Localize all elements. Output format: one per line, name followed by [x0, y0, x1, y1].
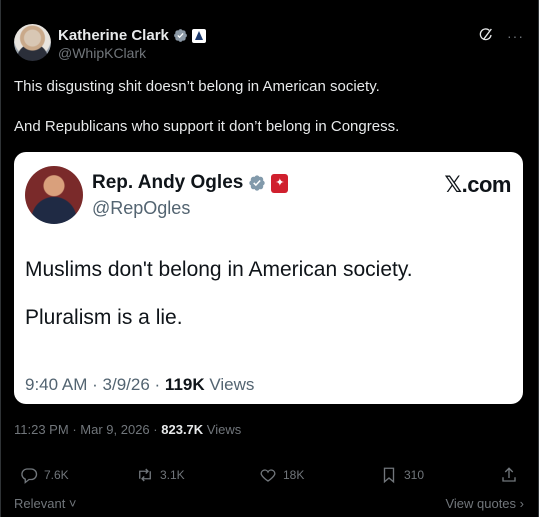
separator-dot: ·	[72, 422, 77, 437]
separator-dot: ·	[92, 375, 98, 394]
verified-icon	[173, 29, 187, 42]
embedded-author-name-row: Rep. Andy Ogles ✦	[92, 172, 289, 194]
author-display-name[interactable]: Katherine Clark	[58, 27, 169, 44]
author-handle[interactable]: @WhipKClark	[58, 45, 146, 61]
embedded-author-display-name: Rep. Andy Ogles	[92, 172, 244, 193]
embedded-author-avatar	[25, 166, 83, 224]
repost-icon	[139, 468, 151, 482]
grok-icon[interactable]	[478, 27, 494, 43]
author-name-row: Katherine Clark	[58, 27, 206, 44]
reply-icon	[21, 468, 38, 484]
embedded-author-handle: @RepOgles	[92, 198, 191, 218]
like-icon	[260, 469, 276, 482]
bookmark-count: 310	[404, 468, 425, 482]
tweet-paragraph-1: This disgusting shit doesn’t belong in A…	[14, 78, 380, 95]
like-button[interactable]: 18K	[259, 466, 304, 484]
repost-button[interactable]: 3.1K	[136, 466, 185, 484]
post-date[interactable]: Mar 9, 2026	[80, 422, 149, 437]
chevron-down-icon: ˅	[65, 496, 77, 511]
post-container: Katherine Clark @WhipKClark ··· This dis…	[0, 0, 539, 517]
bookmark-button[interactable]: 310	[380, 466, 424, 484]
bookmark-icon	[383, 467, 395, 484]
view-quotes-label: View quotes	[445, 496, 517, 511]
reply-button[interactable]: 7.6K	[20, 466, 69, 484]
more-icon[interactable]: ···	[507, 28, 524, 44]
post-header: Katherine Clark @WhipKClark ···	[14, 24, 524, 64]
like-count: 18K	[283, 468, 305, 482]
repost-count: 3.1K	[160, 468, 185, 482]
share-icon	[502, 467, 516, 482]
action-bar: 7.6K 3.1K 18K 310	[14, 466, 524, 488]
chevron-right-icon: ›	[516, 496, 524, 511]
post-views-count: 823.7K	[161, 422, 204, 437]
embedded-views-label: Views	[209, 375, 255, 394]
embedded-post-text: Muslims don't belong in American society…	[25, 256, 505, 352]
post-meta: 11:23 PM · Mar 9, 2026 · 823.7K Views	[14, 422, 241, 437]
share-button[interactable]	[500, 466, 518, 484]
post-views-label: Views	[206, 422, 242, 437]
embedded-date: 3/9/26	[102, 375, 150, 394]
tweet-paragraph-2: And Republicans who support it don’t bel…	[14, 118, 400, 135]
sort-dropdown[interactable]: Relevant ˅	[14, 496, 77, 511]
embedded-paragraph-2: Pluralism is a lie.	[25, 306, 183, 329]
embedded-paragraph-1: Muslims don't belong in American society…	[25, 258, 413, 281]
sort-label: Relevant	[14, 496, 66, 511]
embedded-post-card[interactable]: Rep. Andy Ogles ✦ @RepOgles 𝕏.com Muslim…	[14, 152, 523, 404]
separator-dot: ·	[153, 422, 158, 437]
tweet-text: This disgusting shit doesn’t belong in A…	[14, 77, 514, 157]
post-time[interactable]: 11:23 PM	[14, 422, 69, 437]
separator-dot: ·	[154, 375, 161, 394]
x-com-logo: 𝕏.com	[444, 172, 511, 197]
embedded-post-meta: 9:40 AM · 3/9/26 · 119K Views	[25, 375, 254, 395]
author-avatar[interactable]	[14, 24, 51, 61]
government-badge-icon	[191, 28, 206, 43]
view-quotes-link[interactable]: View quotes ›	[445, 496, 524, 511]
house-seal-icon: ✦	[271, 173, 289, 193]
reply-count: 7.6K	[44, 468, 69, 482]
embedded-views-count: 119K	[164, 375, 205, 394]
verified-icon	[249, 175, 266, 191]
embedded-time: 9:40 AM	[25, 375, 88, 394]
